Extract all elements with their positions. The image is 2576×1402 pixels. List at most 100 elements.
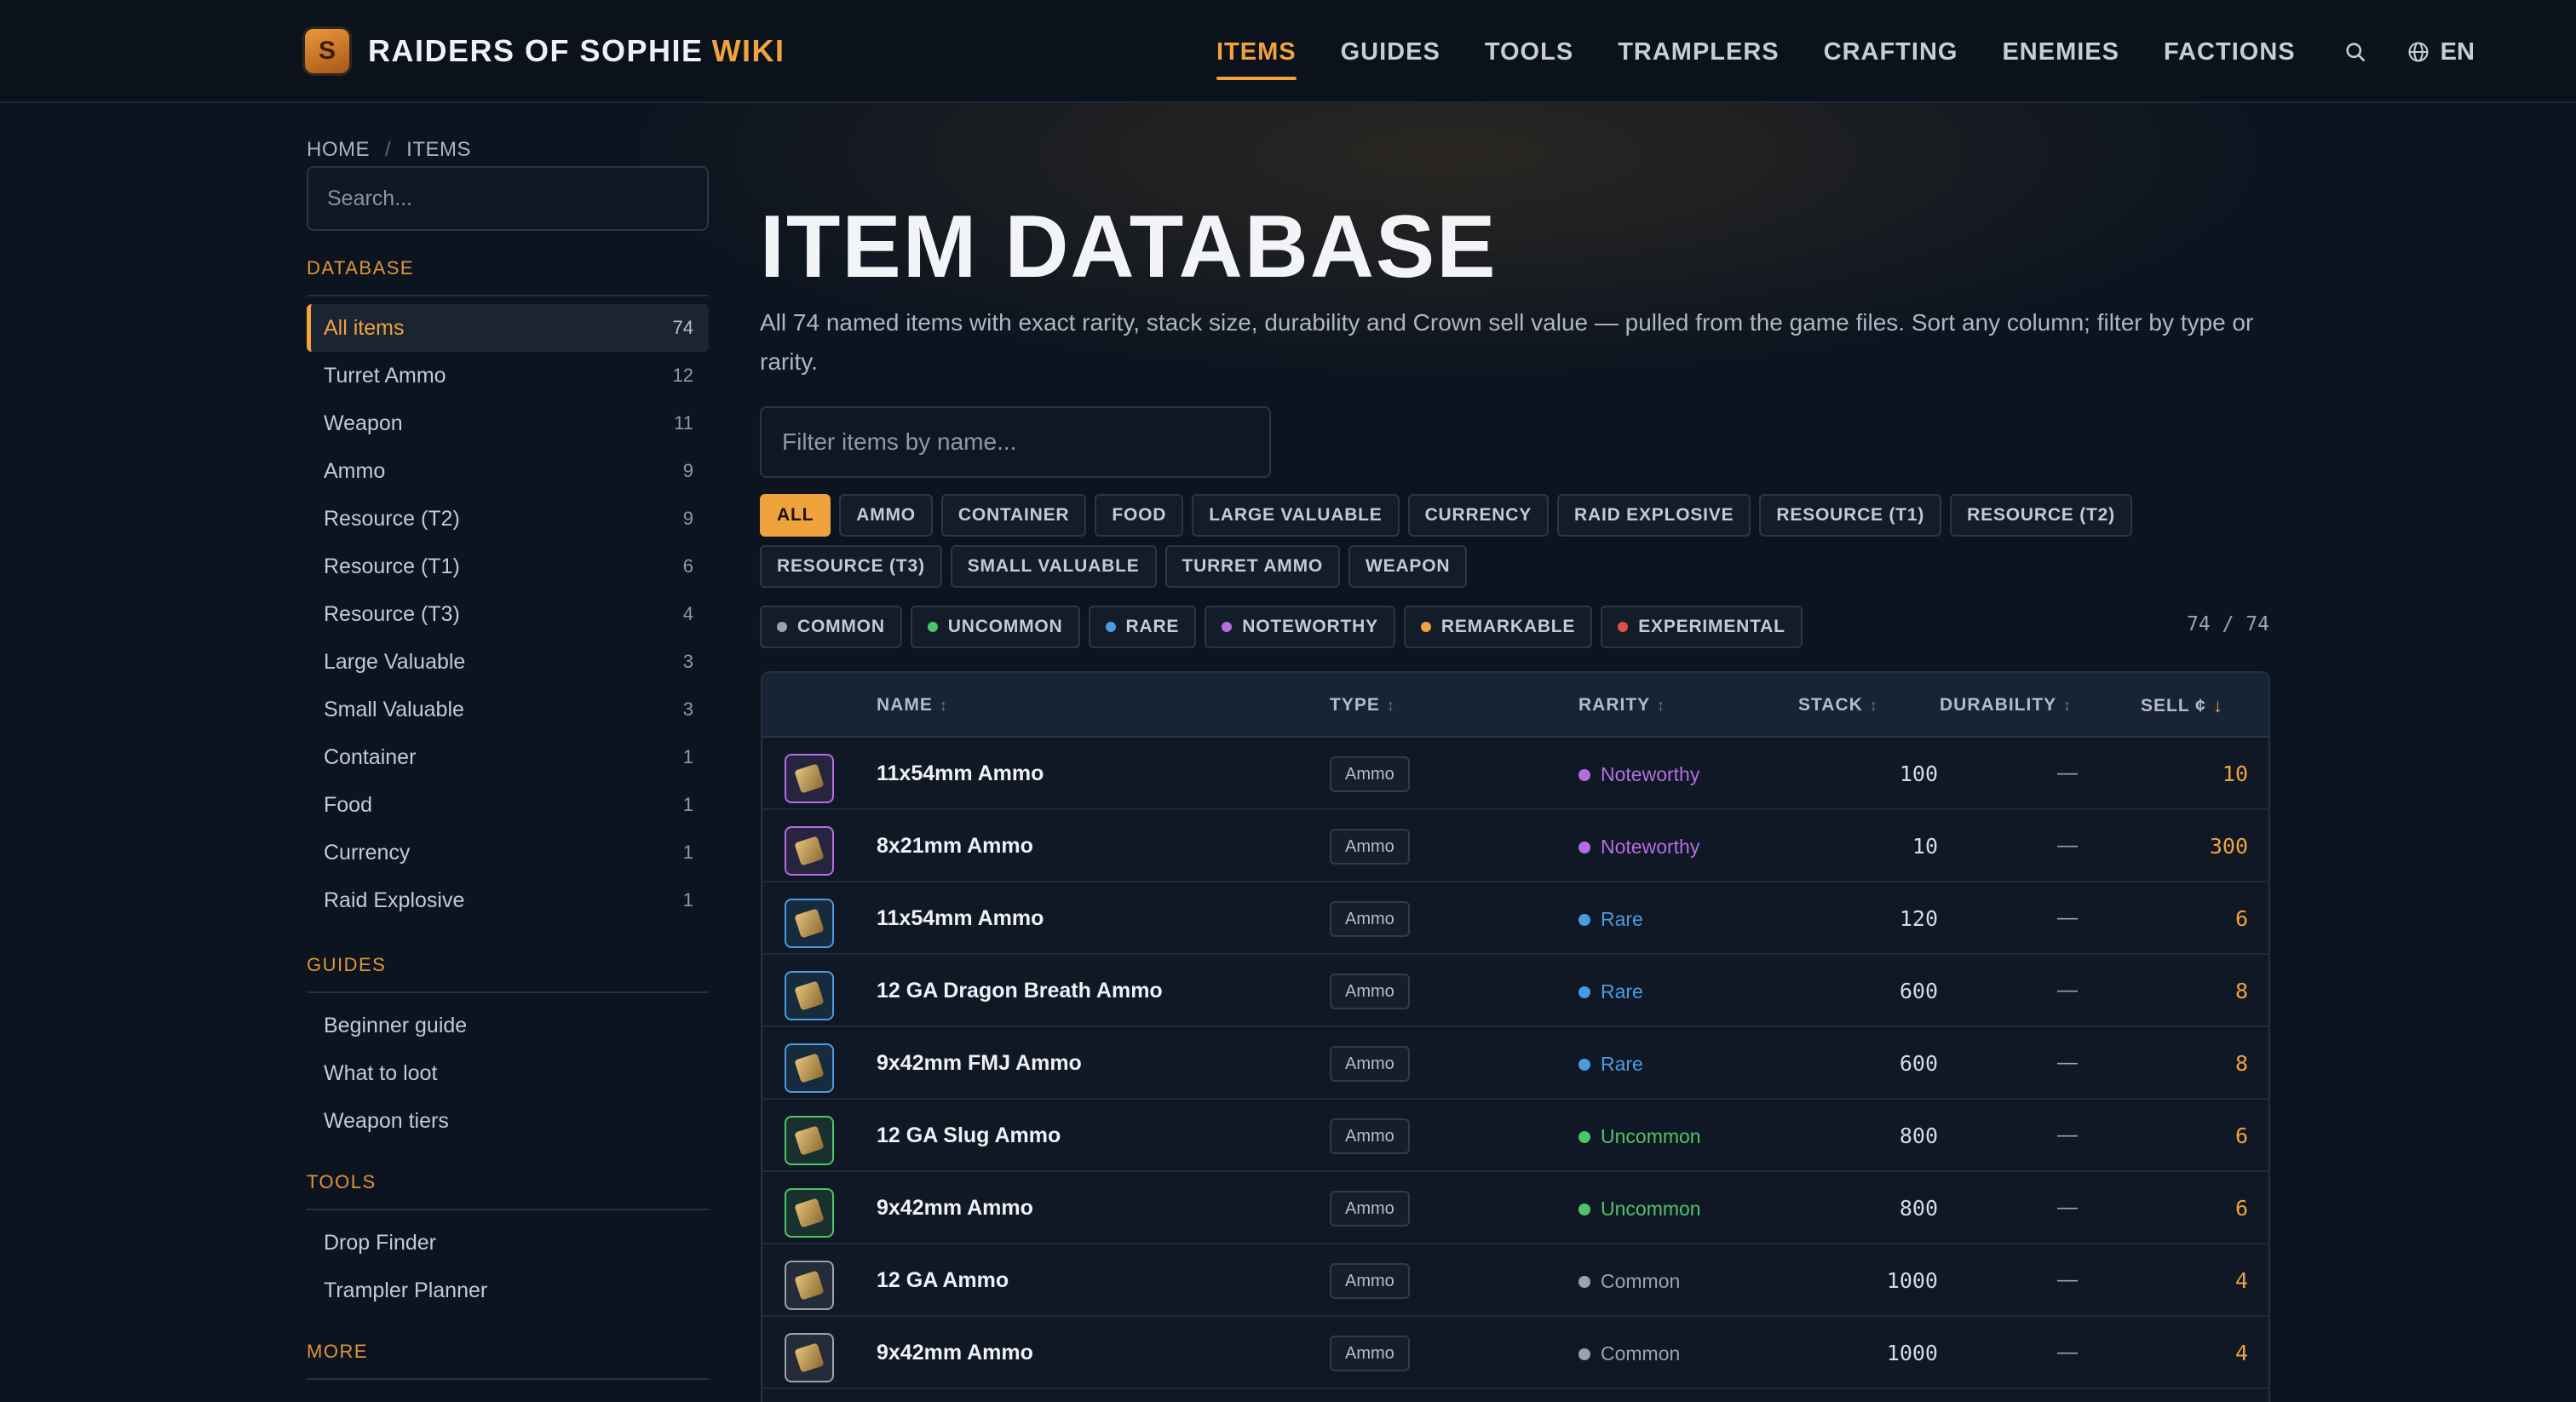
item-stack: 600 [1899,979,1938,1003]
language-selector[interactable]: EN [2406,38,2475,66]
ammo-box-icon [785,899,834,948]
item-stack: 800 [1899,1196,1938,1221]
sidebar-item-resource-t1[interactable]: Resource (T1) 6 [307,543,709,590]
type-filter-currency[interactable]: CURRENCY [1407,494,1550,537]
sidebar-item-beginner-guide[interactable]: Beginner guide [307,1002,709,1049]
breadcrumb-home[interactable]: HOME [307,138,370,161]
item-durability: — [2057,761,2078,784]
item-name[interactable]: 12 GA Slug Ammo [877,1123,1061,1148]
table-row[interactable]: 11x54mm Ammo Ammo Rare 120 — 6 [762,882,2268,955]
nav-tramplers[interactable]: TRAMPLERS [1618,33,1779,72]
item-name[interactable]: 9x42mm Ammo [877,1196,1033,1221]
type-filter-resource-t1[interactable]: RESOURCE (T1) [1759,494,1942,537]
sidebar-item-large-valuable[interactable]: Large Valuable 3 [307,638,709,686]
item-rarity: Rare [1578,980,1643,1003]
table-row[interactable]: 8x21mm Ammo Ammo Noteworthy 10 — 300 [762,810,2268,882]
item-rarity: Uncommon [1578,1198,1701,1221]
item-stack: 1000 [1886,1341,1938,1365]
sidebar-item-currency[interactable]: Currency 1 [307,829,709,876]
item-sell-value: 10 [2222,761,2248,786]
sidebar-item-turret-ammo[interactable]: Turret Ammo 12 [307,352,709,399]
column-header-name[interactable]: NAME ↕ [877,695,948,715]
nav-enemies[interactable]: ENEMIES [2002,33,2119,72]
item-name[interactable]: 8x21mm Ammo [877,834,1033,859]
language-label: EN [2440,37,2475,66]
type-filter-resource-t2[interactable]: RESOURCE (T2) [1950,494,2132,537]
column-header-type[interactable]: TYPE ↕ [1330,695,1395,715]
rarity-filter-remarkable[interactable]: REMARKABLE [1403,606,1593,648]
site-brand[interactable]: S RAIDERS OF SOPHIE WIKI [305,26,785,77]
rarity-label: Common [1601,1270,1681,1292]
sidebar-item-count: 1 [682,889,693,911]
type-filter-weapon[interactable]: WEAPON [1348,545,1468,588]
column-header-stack[interactable]: STACK ↕ [1798,695,1878,715]
type-filter-turret-ammo[interactable]: TURRET AMMO [1164,545,1341,588]
sidebar-item-raid-explosive[interactable]: Raid Explosive 1 [307,876,709,924]
type-filter-all[interactable]: ALL [760,494,831,537]
type-filter-ammo[interactable]: AMMO [839,494,933,537]
sidebar-item-weapon[interactable]: Weapon 11 [307,399,709,447]
item-type-badge: Ammo [1330,756,1410,792]
rarity-filter-common[interactable]: COMMON [760,606,902,648]
sort-icon: ↕ [2063,696,2073,714]
item-type-badge: Ammo [1330,829,1410,865]
table-row[interactable]: 11x54mm Ammo Ammo Noteworthy 100 — 10 [762,738,2268,810]
item-glyph [794,1270,825,1301]
rarity-filter-experimental[interactable]: EXPERIMENTAL [1601,606,1803,648]
sidebar-item-small-valuable[interactable]: Small Valuable 3 [307,686,709,733]
type-filter-container[interactable]: CONTAINER [940,494,1087,537]
table-row[interactable]: 9x42mm Ammo Ammo Uncommon 800 — 6 [762,1172,2268,1244]
type-filter-resource-t3[interactable]: RESOURCE (T3) [760,545,942,588]
sidebar-item-food[interactable]: Food 1 [307,781,709,829]
nav-tools[interactable]: TOOLS [1485,33,1573,72]
table-row[interactable]: 12 GA Slug Ammo Ammo Uncommon 800 — 6 [762,1100,2268,1172]
nav-guides[interactable]: GUIDES [1341,33,1440,72]
sidebar-search-input[interactable] [307,166,709,231]
sidebar-item-label: Turret Ammo [324,363,446,388]
item-name[interactable]: 12 GA Dragon Breath Ammo [877,979,1163,1003]
table-row[interactable]: 9x42mm Ammo Ammo Common 1000 — 4 [762,1317,2268,1389]
rarity-filter-rare[interactable]: RARE [1088,606,1197,648]
top-navigation-bar: S RAIDERS OF SOPHIE WIKI ITEMS GUIDES TOO… [0,0,2576,103]
item-name[interactable]: 12 GA Ammo [877,1268,1009,1293]
type-filter-large-valuable[interactable]: LARGE VALUABLE [1192,494,1400,537]
table-row[interactable]: 12 GA Dragon Breath Ammo Ammo Rare 600 — 8 [762,955,2268,1027]
sidebar-item-what-to-loot[interactable]: What to loot [307,1049,709,1097]
sidebar-item-resource-t2[interactable]: Resource (T2) 9 [307,495,709,543]
sidebar-item-all-items[interactable]: All items 74 [307,304,709,352]
sidebar-item-count: 11 [674,412,693,434]
site-title-accent: WIKI [711,33,785,68]
item-name[interactable]: 9x42mm FMJ Ammo [877,1051,1082,1076]
rarity-filter-noteworthy[interactable]: NOTEWORTHY [1205,606,1395,648]
table-row[interactable]: 9x42mm FMJ Ammo Ammo Rare 600 — 8 [762,1027,2268,1100]
item-name[interactable]: 11x54mm Ammo [877,761,1044,786]
sidebar-item-drop-finder[interactable]: Drop Finder [307,1219,709,1267]
type-filter-raid-explosive[interactable]: RAID EXPLOSIVE [1557,494,1751,537]
sidebar-item-trampler-planner[interactable]: Trampler Planner [307,1267,709,1314]
nav-factions[interactable]: FACTIONS [2164,33,2296,72]
column-header-rarity[interactable]: RARITY ↕ [1578,695,1665,715]
sidebar-item-container[interactable]: Container 1 [307,733,709,781]
sidebar-item-weapon-tiers[interactable]: Weapon tiers [307,1097,709,1145]
item-filter-input[interactable] [760,406,1271,478]
rarity-dot [927,622,938,632]
item-glyph [794,908,825,939]
shell-box-icon [785,1116,834,1165]
item-durability: — [2057,1196,2078,1219]
sidebar-item-ammo[interactable]: Ammo 9 [307,447,709,495]
search-icon[interactable] [2343,40,2367,64]
rarity-filter-uncommon[interactable]: UNCOMMON [910,606,1080,648]
sidebar-item-resource-t3[interactable]: Resource (T3) 4 [307,590,709,638]
type-filter-small-valuable[interactable]: SMALL VALUABLE [950,545,1157,588]
table-row[interactable]: 12 GA Ammo Ammo Common 1000 — 4 [762,1244,2268,1317]
item-name[interactable]: 9x42mm Ammo [877,1341,1033,1365]
sidebar-item-count: 9 [682,460,693,481]
column-header-sell[interactable]: SELL ¢ ↓ [2141,695,2223,717]
item-type-badge: Ammo [1330,1046,1410,1082]
column-header-durability[interactable]: DURABILITY ↕ [1940,695,2072,715]
item-name[interactable]: 11x54mm Ammo [877,906,1044,931]
rarity-dot [1222,622,1233,632]
nav-items[interactable]: ITEMS [1216,33,1297,80]
nav-crafting[interactable]: CRAFTING [1824,33,1958,72]
type-filter-food[interactable]: FOOD [1095,494,1184,537]
